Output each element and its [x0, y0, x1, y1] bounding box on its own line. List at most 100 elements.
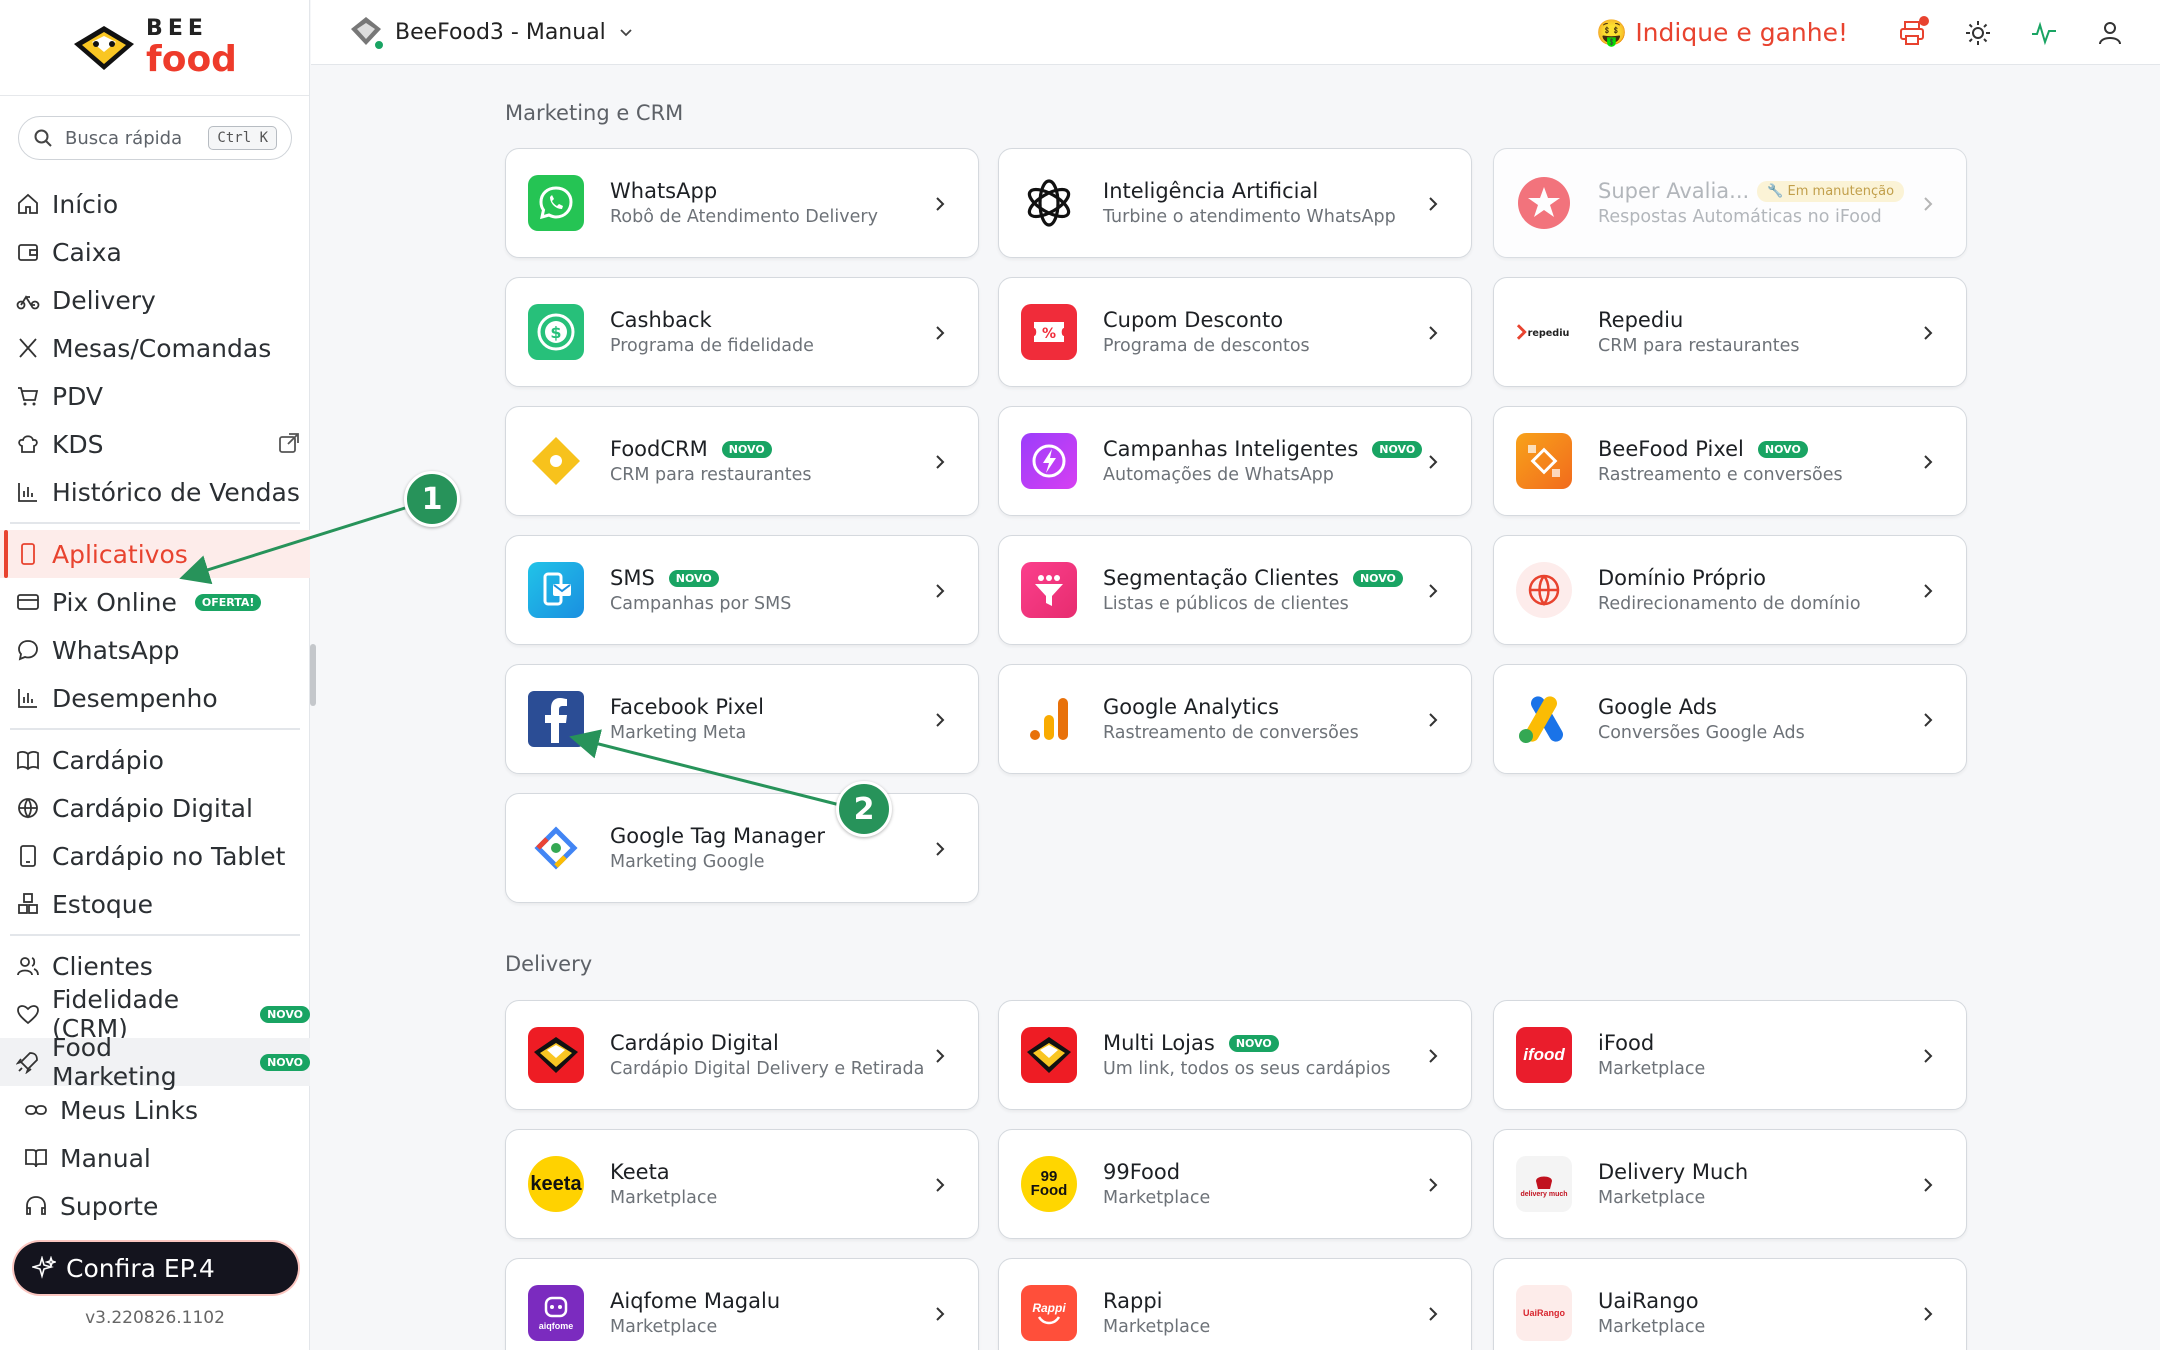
- new-badge: NOVO: [1228, 1034, 1279, 1052]
- openai-icon: [1021, 175, 1077, 231]
- app-card-uairango[interactable]: UaiRango UaiRango Marketplace: [1493, 1258, 1967, 1350]
- sidebar-item-desempenho[interactable]: Desempenho: [0, 674, 310, 722]
- external-link-icon[interactable]: [278, 432, 300, 454]
- sidebar-item-label: Cardápio Digital: [52, 793, 253, 823]
- app-card-foodcrm[interactable]: FoodCRM NOVO CRM para restaurantes: [505, 406, 979, 516]
- funnel-icon: [1021, 562, 1077, 618]
- sidebar-item-estoque[interactable]: Estoque: [0, 880, 310, 928]
- app-card-cupom[interactable]: % Cupom Desconto Programa de descontos: [998, 277, 1472, 387]
- keeta-logo-text: keeta: [530, 1172, 582, 1195]
- app-card-delivery-much[interactable]: delivery much Delivery Much Marketplace: [1493, 1129, 1967, 1239]
- app-card-keeta[interactable]: keeta Keeta Marketplace: [505, 1129, 979, 1239]
- card-title: WhatsApp: [610, 179, 718, 203]
- chevron-right-icon: [1924, 197, 1933, 211]
- app-card-whatsapp[interactable]: WhatsApp Robô de Atendimento Delivery: [505, 148, 979, 258]
- card-subtitle: Rastreamento e conversões: [1598, 465, 1843, 485]
- sidebar-item-aplicativos[interactable]: Aplicativos: [0, 530, 310, 578]
- brand-logo[interactable]: BEE food: [0, 0, 309, 96]
- refer-link[interactable]: 🤑 Indique e ganhe!: [1596, 18, 1848, 48]
- sidebar-item-pdv[interactable]: PDV: [0, 372, 310, 420]
- store-selector[interactable]: BeeFood3 - Manual: [349, 15, 634, 51]
- sidebar-item-label: Food Marketing: [52, 1033, 177, 1091]
- sidebar-item-fidelidade[interactable]: Fidelidade (CRM) NOVO: [0, 985, 310, 1043]
- user-menu-button[interactable]: [2096, 19, 2124, 47]
- sidebar-item-manual[interactable]: Manual: [0, 1134, 310, 1182]
- app-card-google-analytics[interactable]: Google Analytics Rastreamento de conversõ…: [998, 664, 1472, 774]
- foodcrm-icon: [528, 433, 584, 489]
- app-card-segmentacao[interactable]: Segmentação Clientes NOVO Listas e público…: [998, 535, 1472, 645]
- sidebar-item-label: Desempenho: [52, 683, 218, 713]
- money-face-icon: 🤑: [1596, 17, 1628, 47]
- card-subtitle: Programa de descontos: [1103, 336, 1310, 356]
- confira-ep-button[interactable]: Confira EP.4: [14, 1242, 298, 1294]
- sidebar-item-label: Cardápio: [52, 745, 164, 775]
- sidebar-item-historico[interactable]: Histórico de Vendas: [0, 468, 310, 516]
- app-card-super-avalia[interactable]: Super Avalia... 🔧 Em manutenção Respostas …: [1493, 148, 1967, 258]
- app-card-cardapio-digital[interactable]: Cardápio Digital Cardápio Digital Deliver…: [505, 1000, 979, 1110]
- sparkle-icon: [32, 1256, 56, 1279]
- app-card-multi-lojas[interactable]: Multi Lojas NOVO Um link, todos os seus ca…: [998, 1000, 1472, 1110]
- app-card-dominio[interactable]: Domínio Próprio Redirecionamento de domín…: [1493, 535, 1967, 645]
- sidebar-item-label: Estoque: [52, 889, 154, 919]
- sidebar-item-meus-links[interactable]: Meus Links: [0, 1086, 310, 1134]
- app-card-cashback[interactable]: $ Cashback Programa de fidelidade: [505, 277, 979, 387]
- app-card-repediu[interactable]: repediu Repediu CRM para restaurantes: [1493, 277, 1967, 387]
- card-title: Rappi: [1103, 1289, 1163, 1313]
- sidebar-item-food-marketing[interactable]: Food Marketing NOVO: [0, 1033, 310, 1091]
- card-title: Multi Lojas: [1103, 1031, 1215, 1055]
- app-card-sms[interactable]: SMS NOVO Campanhas por SMS: [505, 535, 979, 645]
- sidebar-item-label: Manual: [60, 1143, 151, 1173]
- sidebar-item-cardapio[interactable]: Cardápio: [0, 736, 310, 784]
- card-subtitle: Marketing Google: [610, 852, 765, 872]
- card-subtitle: Marketplace: [1598, 1059, 1706, 1079]
- app-card-facebook-pixel[interactable]: Facebook Pixel Marketing Meta: [505, 664, 979, 774]
- svg-text:repediu: repediu: [1528, 328, 1570, 339]
- phone-icon: [21, 543, 35, 565]
- sidebar-item-kds[interactable]: KDS: [0, 420, 310, 468]
- app-card-google-tag-manager[interactable]: Google Tag Manager Marketing Google: [505, 793, 979, 903]
- heart-icon: [17, 1005, 39, 1025]
- sidebar-item-label: Caixa: [52, 237, 122, 267]
- sidebar-item-mesas[interactable]: Mesas/Comandas: [0, 324, 310, 372]
- chevron-right-icon: [936, 1178, 945, 1192]
- user-icon: [2099, 21, 2121, 44]
- chevron-right-icon: [936, 326, 945, 340]
- sidebar-item-delivery[interactable]: Delivery: [0, 276, 310, 324]
- sidebar-item-clientes[interactable]: Clientes: [0, 942, 310, 990]
- sidebar-scrollbar[interactable]: [310, 644, 316, 706]
- chevron-right-icon: [1924, 455, 1933, 469]
- online-dot: [373, 39, 385, 51]
- card-subtitle: Cardápio Digital Delivery e Retirada: [610, 1059, 925, 1079]
- card-subtitle: Marketplace: [610, 1317, 718, 1337]
- sidebar-item-pix[interactable]: Pix Online OFERTA!: [0, 578, 310, 626]
- brand-top: BEE: [146, 15, 208, 41]
- facebook-icon: [528, 691, 584, 747]
- sidebar-item-suporte[interactable]: Suporte: [0, 1182, 310, 1230]
- card-subtitle: Respostas Automáticas no iFood: [1598, 207, 1882, 227]
- app-card-rappi[interactable]: Rappi Rappi Marketplace: [998, 1258, 1472, 1350]
- header-actions: 🤑 Indique e ganhe!: [1596, 0, 2124, 65]
- app-card-ifood[interactable]: ifood iFood Marketplace: [1493, 1000, 1967, 1110]
- sidebar-item-caixa[interactable]: Caixa: [0, 228, 310, 276]
- app-card-aiqfome[interactable]: aiqfome Aiqfome Magalu Marketplace: [505, 1258, 979, 1350]
- activity-button[interactable]: [2030, 19, 2058, 47]
- sidebar-item-whatsapp[interactable]: WhatsApp: [0, 626, 310, 674]
- cta-label: Confira EP.4: [66, 1253, 215, 1283]
- rocket-icon: [16, 1052, 38, 1074]
- top-header: BeeFood3 - Manual 🤑 Indique e ganhe!: [311, 0, 2160, 65]
- app-card-ia[interactable]: Inteligência Artificial Turbine o atendim…: [998, 148, 1472, 258]
- bar-chart-icon: [18, 483, 37, 502]
- app-card-google-ads[interactable]: Google Ads Conversões Google Ads: [1493, 664, 1967, 774]
- printer-button[interactable]: [1898, 15, 1929, 47]
- sidebar-item-label: Delivery: [52, 285, 156, 315]
- app-card-beefood-pixel[interactable]: BeeFood Pixel NOVO Rastreamento e conversõ…: [1493, 406, 1967, 516]
- sidebar-item-cardapio-tablet[interactable]: Cardápio no Tablet: [0, 832, 310, 880]
- annotation-marker-1: 1: [404, 471, 460, 527]
- theme-toggle[interactable]: [1964, 19, 1992, 47]
- app-card-99food[interactable]: 99 Food 99Food Marketplace: [998, 1129, 1472, 1239]
- card-title: Domínio Próprio: [1598, 566, 1766, 590]
- sidebar-item-inicio[interactable]: Início: [0, 180, 310, 228]
- app-card-campanhas[interactable]: Campanhas Inteligentes NOVO Automações de …: [998, 406, 1472, 516]
- quick-search[interactable]: Busca rápida Ctrl K: [18, 116, 292, 160]
- sidebar-item-cardapio-digital[interactable]: Cardápio Digital: [0, 784, 310, 832]
